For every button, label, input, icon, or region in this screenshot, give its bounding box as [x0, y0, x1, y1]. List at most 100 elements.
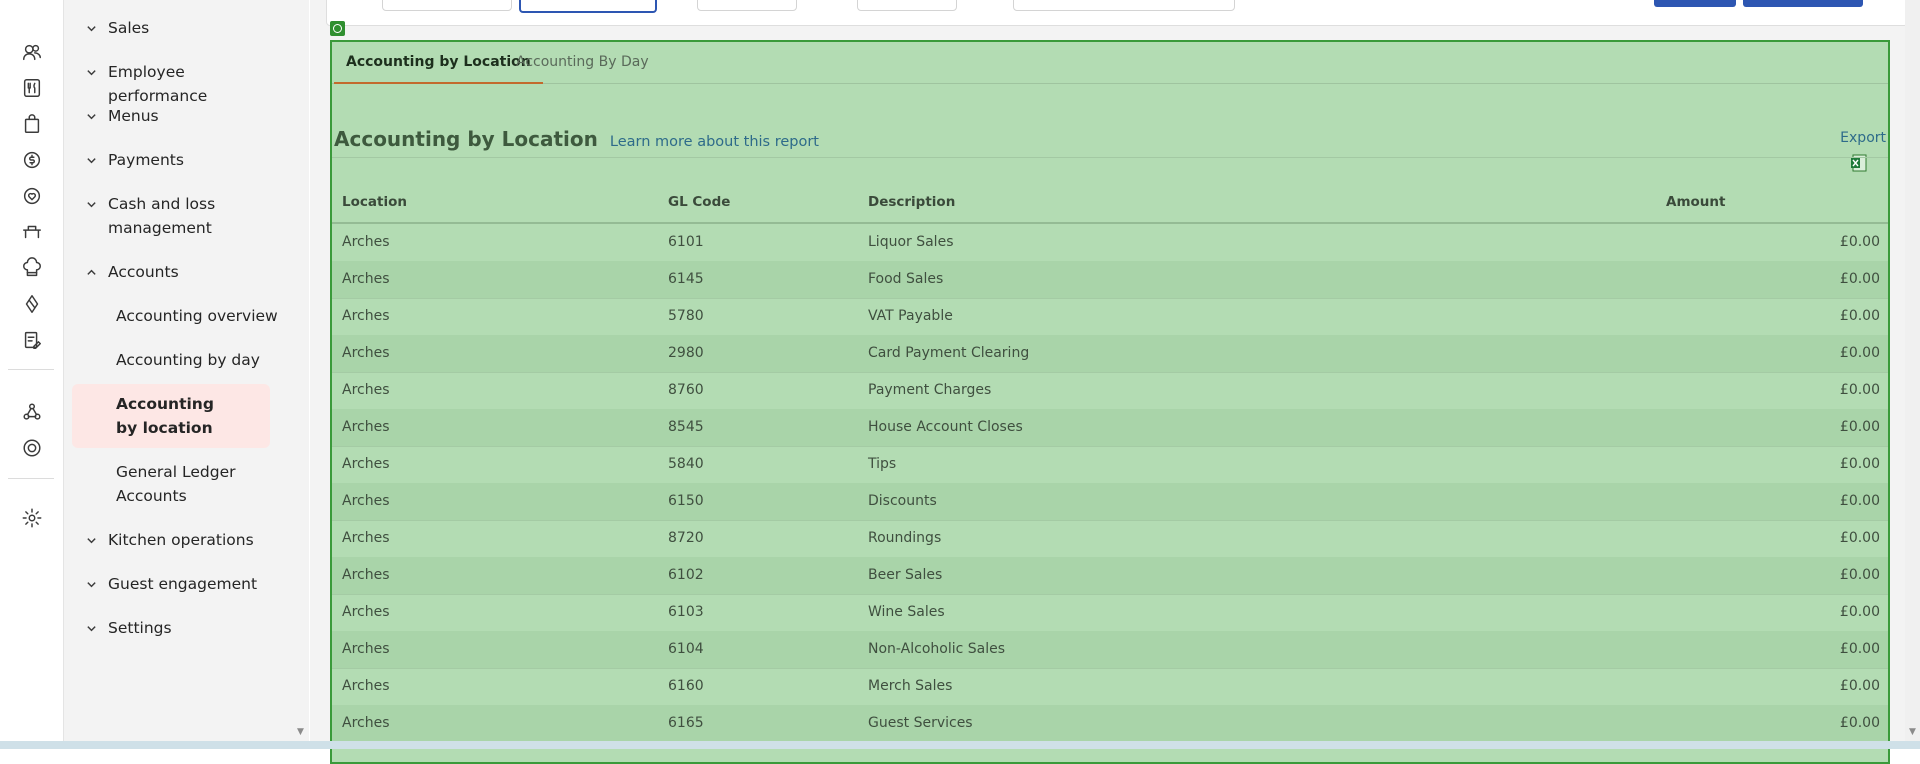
sidebar-menu: Sales Employee performance Menus Payment… — [64, 0, 294, 749]
cell-location: Arches — [342, 382, 390, 398]
table-row: Arches 8720 Roundings £0.00 — [332, 520, 1888, 558]
cell-gl-code: 5840 — [668, 456, 704, 472]
cell-description: Payment Charges — [868, 382, 992, 398]
cell-amount: £0.00 — [1839, 493, 1880, 509]
tab-accounting-by-day[interactable]: Accounting By Day — [504, 52, 661, 82]
loyalty-icon[interactable] — [20, 184, 44, 208]
cell-description: Wine Sales — [868, 604, 945, 620]
table-row: Arches 6102 Beer Sales £0.00 — [332, 557, 1888, 595]
sidebar-subitem-general-ledger-accounts[interactable]: General Ledger Accounts — [116, 460, 291, 508]
filter-field[interactable] — [697, 0, 797, 11]
cell-gl-code: 2980 — [668, 345, 704, 361]
learn-more-link[interactable]: Learn more about this report — [610, 134, 819, 150]
cell-gl-code: 6103 — [668, 604, 704, 620]
sidebar-item-employee-performance[interactable]: Employee performance — [82, 60, 288, 108]
report-header: Accounting by Location Learn more about … — [334, 127, 819, 151]
bottom-strip — [0, 741, 1920, 749]
chef-hat-icon[interactable] — [20, 256, 44, 280]
chevron-down-icon — [82, 572, 100, 596]
table-row: Arches 6150 Discounts £0.00 — [332, 483, 1888, 521]
column-header-location[interactable]: Location — [342, 194, 407, 210]
export-link[interactable]: Export — [1840, 130, 1886, 146]
filter-field[interactable] — [1013, 0, 1235, 11]
sidebar-subitem-accounting-by-location[interactable]: Accounting by location — [72, 384, 270, 448]
sidebar-subitem-accounting-by-day[interactable]: Accounting by day — [116, 348, 291, 372]
cell-location: Arches — [342, 530, 390, 546]
divider — [332, 157, 1888, 158]
selection-badge-icon — [330, 21, 345, 36]
scroll-down-arrow-icon[interactable]: ▼ — [1909, 727, 1916, 737]
menu-card-icon[interactable] — [20, 76, 44, 100]
rail-divider — [8, 478, 54, 479]
chevron-up-icon — [82, 260, 100, 284]
cell-description: Tips — [868, 456, 897, 472]
sidebar-item-cash-and-loss[interactable]: Cash and loss management — [82, 192, 228, 240]
table-row: Arches 6101 Liquor Sales £0.00 — [332, 224, 1888, 262]
main-content: Accounting by Location Accounting By Day… — [310, 0, 1920, 764]
cell-gl-code: 8720 — [668, 530, 704, 546]
report-panel: Accounting by Location Accounting By Day… — [330, 40, 1890, 764]
primary-button[interactable] — [1743, 0, 1863, 7]
cell-gl-code: 8545 — [668, 419, 704, 435]
cell-description: Card Payment Clearing — [868, 345, 1030, 361]
cell-description: Merch Sales — [868, 678, 953, 694]
sidebar-item-payments[interactable]: Payments — [82, 148, 288, 172]
column-header-amount[interactable]: Amount — [1666, 194, 1725, 210]
table-row: Arches 6160 Merch Sales £0.00 — [332, 668, 1888, 706]
cell-location: Arches — [342, 456, 390, 472]
diamond-icon[interactable] — [20, 292, 44, 316]
cell-gl-code: 6102 — [668, 567, 704, 583]
cell-amount: £0.00 — [1839, 567, 1880, 583]
sidebar-subitem-accounting-overview[interactable]: Accounting overview — [116, 304, 291, 328]
dining-icon[interactable] — [20, 220, 44, 244]
cell-amount: £0.00 — [1839, 308, 1880, 324]
clipboard-edit-icon[interactable] — [20, 328, 44, 352]
cell-location: Arches — [342, 567, 390, 583]
cell-location: Arches — [342, 308, 390, 324]
table-row: Arches 8760 Payment Charges £0.00 — [332, 372, 1888, 410]
sidebar-item-settings[interactable]: Settings — [82, 616, 288, 640]
cell-description: Food Sales — [868, 271, 944, 287]
sidebar-item-kitchen-operations[interactable]: Kitchen operations — [82, 528, 288, 552]
cell-amount: £0.00 — [1839, 419, 1880, 435]
filter-field-selected[interactable] — [519, 0, 657, 13]
column-header-gl-code[interactable]: GL Code — [668, 194, 730, 210]
sidebar-item-guest-engagement[interactable]: Guest engagement — [82, 572, 288, 596]
integrations-icon[interactable] — [20, 400, 44, 424]
payments-icon[interactable] — [20, 148, 44, 172]
shopping-bag-icon[interactable] — [20, 112, 44, 136]
chevron-down-icon — [82, 104, 100, 128]
cell-description: Beer Sales — [868, 567, 943, 583]
cell-description: Discounts — [868, 493, 937, 509]
support-icon[interactable] — [20, 436, 44, 460]
cell-gl-code: 6150 — [668, 493, 704, 509]
rail-divider — [8, 369, 54, 370]
filter-field[interactable] — [382, 0, 512, 11]
table-row: Arches 6145 Food Sales £0.00 — [332, 261, 1888, 299]
scroll-down-arrow-icon[interactable]: ▼ — [297, 727, 304, 737]
sidebar-item-accounts[interactable]: Accounts — [82, 260, 288, 284]
table-row: Arches 5780 VAT Payable £0.00 — [332, 298, 1888, 336]
column-header-description[interactable]: Description — [868, 194, 955, 210]
sidebar-item-sales[interactable]: Sales — [82, 16, 288, 40]
filter-field[interactable] — [857, 0, 957, 11]
users-icon[interactable] — [20, 40, 44, 64]
cell-amount: £0.00 — [1839, 530, 1880, 546]
cell-amount: £0.00 — [1839, 456, 1880, 472]
table-row: Arches 8545 House Account Closes £0.00 — [332, 409, 1888, 447]
sidebar-item-menus[interactable]: Menus — [82, 104, 288, 128]
cell-location: Arches — [342, 678, 390, 694]
cell-description: House Account Closes — [868, 419, 1023, 435]
table-row: Arches 6103 Wine Sales £0.00 — [332, 594, 1888, 632]
cell-amount: £0.00 — [1839, 604, 1880, 620]
page-scrollbar[interactable]: ▼ — [1905, 0, 1920, 749]
cell-gl-code: 6101 — [668, 234, 704, 250]
chevron-down-icon — [82, 16, 100, 40]
table-row: Arches 6104 Non-Alcoholic Sales £0.00 — [332, 631, 1888, 669]
table-row: Arches 2980 Card Payment Clearing £0.00 — [332, 335, 1888, 373]
chevron-down-icon — [82, 60, 100, 84]
cell-gl-code: 6104 — [668, 641, 704, 657]
sidebar-scrollbar[interactable]: ▼ — [294, 0, 309, 749]
gear-icon[interactable] — [20, 506, 44, 530]
primary-button[interactable] — [1654, 0, 1736, 7]
